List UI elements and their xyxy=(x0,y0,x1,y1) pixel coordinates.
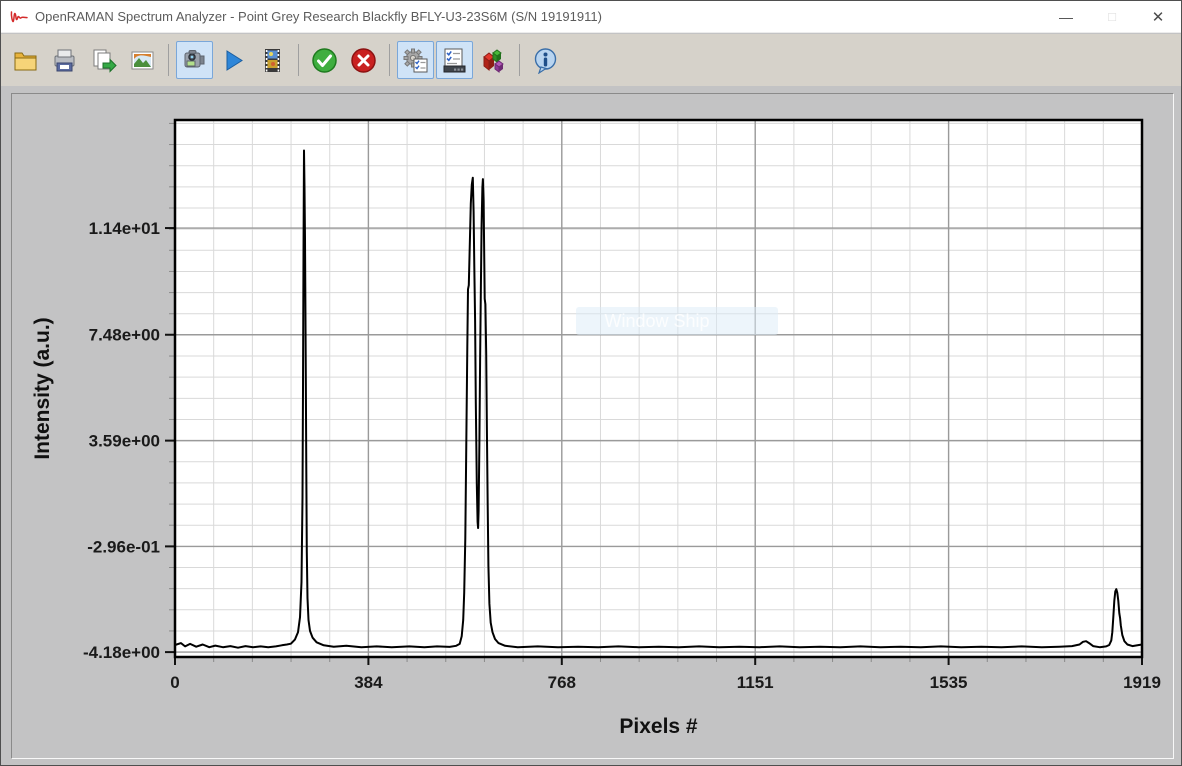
export-icon xyxy=(90,47,117,74)
toolbar-separator xyxy=(389,44,390,76)
y-tick-label: 3.59e+00 xyxy=(89,432,160,451)
film-icon xyxy=(259,47,286,74)
accept-button[interactable] xyxy=(306,41,343,79)
play-icon xyxy=(220,47,247,74)
camera-button[interactable] xyxy=(176,41,213,79)
app-logo-icon xyxy=(10,9,28,25)
y-tick-label: 1.14e+01 xyxy=(89,219,160,238)
spectrum-chart[interactable]: 0 384 768 1151 1535 1919 1.14e+01 7.48e+00 3.59e… xyxy=(1,86,1182,766)
toolbar-separator xyxy=(519,44,520,76)
processing-settings-button[interactable] xyxy=(436,41,473,79)
video-record-button[interactable] xyxy=(254,41,291,79)
acquisition-settings-button[interactable] xyxy=(397,41,434,79)
play-button[interactable] xyxy=(215,41,252,79)
cancel-button[interactable] xyxy=(345,41,382,79)
folder-icon xyxy=(12,47,39,74)
x-tick-label: 768 xyxy=(548,673,576,692)
maximize-button[interactable]: □ xyxy=(1089,1,1135,32)
checklist-icon xyxy=(441,47,468,74)
toolbar-separator xyxy=(168,44,169,76)
save-button[interactable] xyxy=(46,41,83,79)
y-axis-title: Intensity (a.u.) xyxy=(31,317,54,459)
chart-options-button[interactable] xyxy=(475,41,512,79)
gear-checklist-icon xyxy=(402,47,429,74)
app-window: OpenRAMAN Spectrum Analyzer - Point Grey… xyxy=(0,0,1182,766)
watermark-text: Window Ship xyxy=(604,311,709,331)
export-button[interactable] xyxy=(85,41,122,79)
save-icon xyxy=(51,47,78,74)
y-tick-label: -2.96e-01 xyxy=(87,537,160,556)
window-controls: — □ ✕ xyxy=(1043,1,1181,32)
x-axis-title: Pixels # xyxy=(619,715,698,738)
x-tick-label: 1535 xyxy=(930,673,968,692)
x-tick-label: 0 xyxy=(170,673,179,692)
check-icon xyxy=(311,47,338,74)
snapshot-button[interactable] xyxy=(124,41,161,79)
toolbar-separator xyxy=(298,44,299,76)
info-icon xyxy=(532,47,559,74)
close-button[interactable]: ✕ xyxy=(1135,1,1181,32)
camera-icon xyxy=(181,47,208,74)
x-tick-label: 1151 xyxy=(737,673,774,692)
x-tick-label: 384 xyxy=(354,673,383,692)
cancel-icon xyxy=(350,47,377,74)
image-icon xyxy=(129,47,156,74)
x-tick-label: 1919 xyxy=(1123,673,1161,692)
window-title: OpenRAMAN Spectrum Analyzer - Point Grey… xyxy=(35,9,602,24)
minimize-button[interactable]: — xyxy=(1043,1,1089,32)
y-tick-label: 7.48e+00 xyxy=(89,326,160,345)
open-button[interactable] xyxy=(7,41,44,79)
title-bar: OpenRAMAN Spectrum Analyzer - Point Grey… xyxy=(1,1,1181,33)
about-button[interactable] xyxy=(527,41,564,79)
chart-cube-icon xyxy=(480,47,507,74)
y-tick-label: -4.18e+00 xyxy=(83,643,160,662)
toolbar xyxy=(1,34,1181,86)
